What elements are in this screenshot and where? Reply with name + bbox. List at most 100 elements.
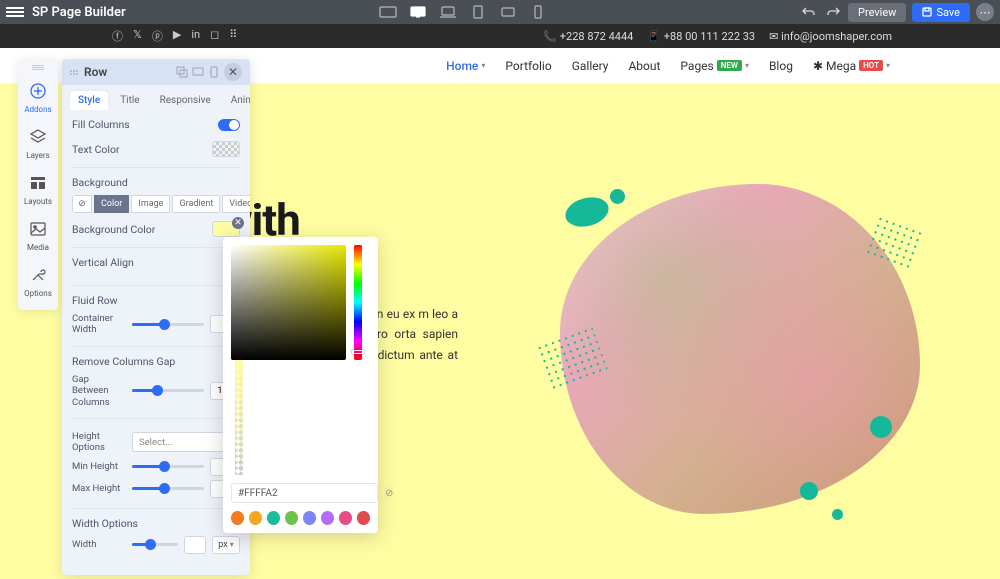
- redo-icon[interactable]: [824, 3, 842, 21]
- nav-portfolio[interactable]: Portfolio: [505, 59, 551, 73]
- text-color-swatch[interactable]: [212, 141, 240, 157]
- laptop-icon[interactable]: [437, 4, 459, 20]
- background-color-label: Background Color: [72, 223, 155, 236]
- save-button[interactable]: Save: [912, 3, 970, 22]
- color-saturation-canvas[interactable]: [231, 245, 346, 360]
- height-options-label: Height Options: [72, 431, 126, 454]
- max-height-row: Max Height: [72, 480, 240, 498]
- row-settings-panel: Row ✕ Style Title Responsive Animation F…: [62, 59, 250, 575]
- sidebar-label: Options: [24, 289, 52, 298]
- undo-icon[interactable]: [800, 3, 818, 21]
- pinterest-icon[interactable]: ⓟ: [152, 28, 163, 44]
- save-label: Save: [936, 6, 960, 19]
- sidebar-item-addons[interactable]: Addons: [18, 76, 58, 120]
- color-hex-row: ⊘: [231, 483, 370, 503]
- nav-blog[interactable]: Blog: [769, 59, 793, 73]
- tab-responsive[interactable]: Responsive: [152, 91, 219, 110]
- preset-swatch[interactable]: [249, 511, 262, 525]
- mobile-small-icon[interactable]: [208, 66, 220, 78]
- sidebar-item-media[interactable]: Media: [18, 214, 58, 258]
- nav-home[interactable]: Home▾: [446, 59, 485, 73]
- phone-2: 📱 +88 00 111 222 33: [647, 30, 755, 43]
- width-unit-select[interactable]: px▾: [212, 536, 240, 554]
- tools-icon: [29, 266, 47, 286]
- bg-tab-video[interactable]: Video: [222, 195, 250, 213]
- flickr-icon[interactable]: ⠿: [229, 28, 237, 44]
- nav-gallery[interactable]: Gallery: [572, 59, 609, 73]
- bg-tab-gradient[interactable]: Gradient: [172, 195, 220, 213]
- color-alpha-slider[interactable]: [235, 360, 243, 475]
- sidebar-item-options[interactable]: Options: [18, 260, 58, 304]
- preset-swatch[interactable]: [231, 511, 244, 525]
- bg-tab-image[interactable]: Image: [131, 195, 170, 213]
- tab-title[interactable]: Title: [112, 91, 147, 110]
- preview-button[interactable]: Preview: [848, 3, 906, 22]
- fill-columns-row: Fill Columns: [72, 118, 240, 131]
- youtube-icon[interactable]: ▶: [173, 28, 181, 44]
- desktop-icon[interactable]: [407, 4, 429, 20]
- tab-animation[interactable]: Animation: [223, 91, 250, 110]
- fill-columns-toggle[interactable]: [218, 119, 240, 131]
- max-height-label: Max Height: [72, 483, 126, 494]
- color-picker-popup: ⊘: [223, 237, 378, 533]
- nav-pages[interactable]: PagesNEW▾: [680, 59, 749, 73]
- container-width-slider[interactable]: [132, 323, 204, 326]
- chevron-down-icon: ▾: [745, 61, 749, 70]
- drag-handle-icon[interactable]: [70, 70, 78, 75]
- background-label: Background: [72, 176, 240, 189]
- min-height-slider[interactable]: [132, 465, 204, 468]
- nav-about[interactable]: About: [628, 59, 660, 73]
- facebook-icon[interactable]: ⓕ: [112, 28, 123, 44]
- bg-tab-none-icon[interactable]: ⊘: [72, 195, 92, 213]
- color-hue-slider[interactable]: [354, 245, 362, 360]
- preset-swatch[interactable]: [339, 511, 352, 525]
- tablet-landscape-icon[interactable]: [497, 4, 519, 20]
- preset-swatch[interactable]: [357, 511, 370, 525]
- color-presets: [231, 511, 370, 525]
- bg-tab-color[interactable]: Color: [94, 195, 129, 213]
- width-input[interactable]: [184, 536, 206, 554]
- max-height-slider[interactable]: [132, 487, 204, 490]
- width-slider[interactable]: [132, 543, 178, 546]
- preset-swatch[interactable]: [303, 511, 316, 525]
- clear-color-icon[interactable]: ✕: [232, 217, 244, 229]
- desktop-small-icon[interactable]: [192, 66, 204, 78]
- sidebar-item-layouts[interactable]: Layouts: [18, 168, 58, 212]
- layers-icon: [29, 128, 47, 148]
- chevron-down-icon: ▾: [230, 540, 234, 549]
- preset-swatch[interactable]: [321, 511, 334, 525]
- container-width-label: Container Width: [72, 313, 126, 336]
- close-icon[interactable]: ✕: [224, 63, 242, 81]
- sidebar-item-layers[interactable]: Layers: [18, 122, 58, 166]
- fluid-row-label: Fluid Row: [72, 294, 240, 307]
- tab-style[interactable]: Style: [70, 91, 108, 110]
- chevron-down-icon: ▾: [481, 61, 485, 70]
- email: ✉ info@joomshaper.com: [769, 30, 892, 43]
- linkedin-icon[interactable]: in: [191, 28, 200, 44]
- clear-color-icon[interactable]: ⊘: [384, 486, 394, 500]
- more-icon[interactable]: ⋯: [976, 3, 994, 21]
- background-section: Background ⊘ Color Image Gradient Video …: [72, 167, 240, 237]
- color-hex-input[interactable]: [231, 483, 378, 503]
- preset-swatch[interactable]: [285, 511, 298, 525]
- gap-row: Gap Between Columns: [72, 374, 240, 408]
- tablet-icon[interactable]: [467, 4, 489, 20]
- layout-icon: [29, 174, 47, 194]
- panel-tabs: Style Title Responsive Animation: [62, 85, 250, 110]
- panel-header-actions: ✕: [176, 63, 242, 81]
- drag-handle-icon[interactable]: [32, 65, 44, 70]
- save-icon: [922, 7, 932, 17]
- gap-slider[interactable]: [132, 389, 204, 392]
- min-height-label: Min Height: [72, 461, 126, 472]
- mobile-icon[interactable]: [527, 4, 549, 20]
- desktop-wide-icon[interactable]: [377, 4, 399, 20]
- nav-mega[interactable]: ✱MegaHOT▾: [813, 59, 890, 73]
- instagram-icon[interactable]: ◻: [210, 28, 219, 44]
- hue-thumb[interactable]: [352, 350, 364, 354]
- copy-icon[interactable]: [176, 66, 188, 78]
- twitter-icon[interactable]: 𝕏: [133, 28, 142, 44]
- menu-icon[interactable]: [6, 7, 24, 17]
- background-color-swatch[interactable]: ✕: [212, 221, 240, 237]
- remove-gap-label: Remove Columns Gap: [72, 355, 240, 368]
- preset-swatch[interactable]: [267, 511, 280, 525]
